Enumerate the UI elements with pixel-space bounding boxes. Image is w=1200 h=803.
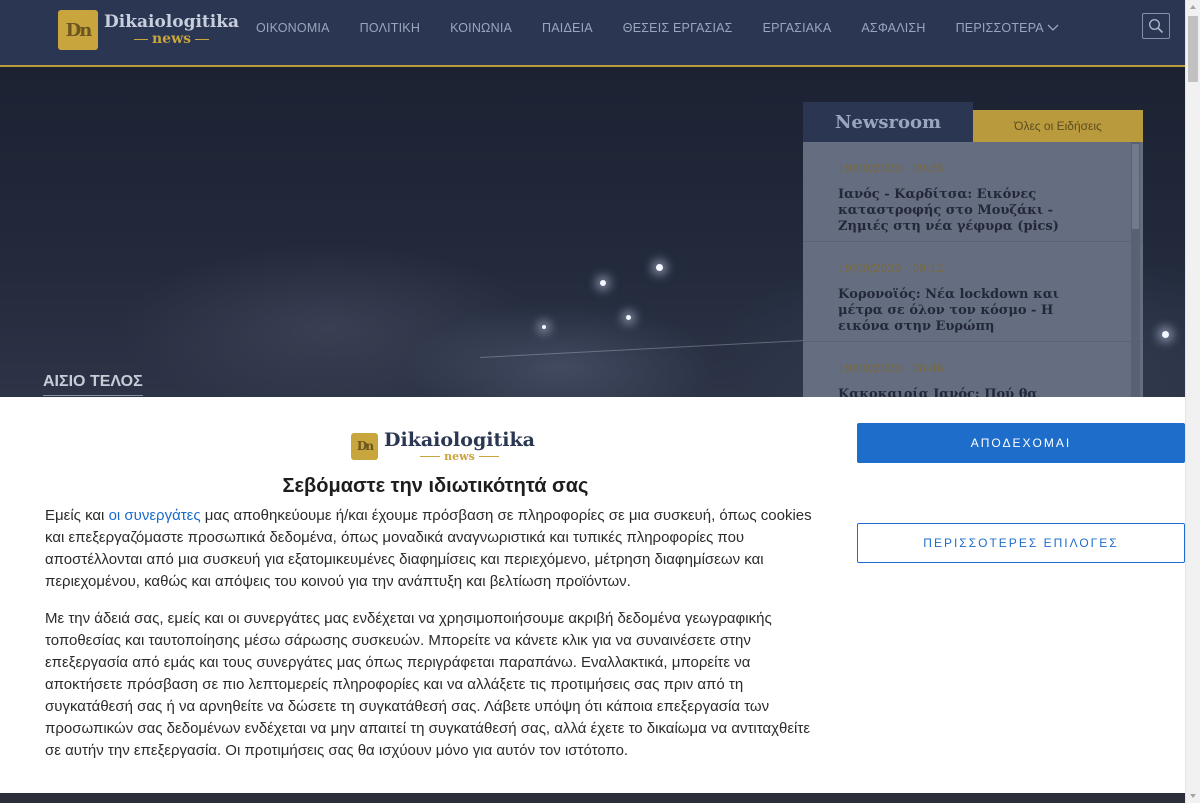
consent-p1-before: Εμείς και (45, 507, 109, 524)
page-scrollbar[interactable] (1185, 0, 1200, 803)
partners-link[interactable]: οι συνεργάτες (109, 507, 201, 524)
nav-more-label: ΠΕΡΙΣΣΟΤΕΡΑ (955, 20, 1044, 35)
nav-item-economy[interactable]: ΟΙΚΟΝΟΜΙΑ (256, 21, 330, 35)
newsroom-scrollbar[interactable] (1131, 142, 1140, 397)
search-button[interactable] (1142, 13, 1170, 39)
nav-item-politics[interactable]: ΠΟΛΙΤΙΚΗ (360, 21, 420, 35)
logo-main-text: Dikaiologitika (104, 12, 240, 32)
hero-light (600, 280, 606, 286)
tab-newsroom[interactable]: Newsroom (803, 102, 973, 142)
logo-sub-text: news (384, 451, 535, 462)
hero-light (1162, 331, 1169, 338)
accept-button[interactable]: ΑΠΟΔΕΧΟΜΑΙ (857, 423, 1185, 463)
tab-all-news[interactable]: Όλες οι Ειδήσεις (973, 110, 1143, 142)
nav-item-society[interactable]: ΚΟΙΝΩΝΙΑ (450, 21, 512, 35)
news-title[interactable]: Κορονοϊός: Νέα lockdown και μέτρα σε όλο… (838, 287, 1093, 335)
newsroom-scroll-thumb[interactable] (1132, 144, 1139, 229)
nav-item-education[interactable]: ΠΑΙΔΕΙΑ (542, 21, 593, 35)
list-item[interactable]: 19/09/2020 - 09:35 Ιανός - Καρδίτσα: Εικ… (803, 142, 1143, 242)
site-header: Dn Dikaiologitika news ΟΙΚΟΝΟΜΙΑ ΠΟΛΙΤΙΚ… (0, 0, 1185, 67)
logo-main-text: Dikaiologitika (384, 428, 535, 451)
hero-light (626, 315, 631, 320)
news-date: 19/09/2020 - 08:46 (838, 362, 944, 375)
chevron-down-icon (1047, 24, 1059, 31)
list-item[interactable]: 19/09/2020 - 08:46 Κακοκαιρία Ιανός: Πού… (803, 342, 1143, 397)
more-options-button[interactable]: ΠΕΡΙΣΣΟΤΕΡΕΣ ΕΠΙΛΟΓΕΣ (857, 523, 1185, 563)
news-date: 19/09/2020 - 09:35 (838, 162, 944, 175)
page-content-peek (0, 793, 1185, 803)
page-scroll-thumb[interactable] (1188, 16, 1198, 82)
consent-body: Εμείς και οι συνεργάτες μας αποθηκεύουμε… (45, 505, 820, 777)
news-date: 19/09/2020 - 09:12 (838, 262, 944, 275)
logo-sub-text: news (104, 32, 239, 46)
consent-paragraph-2: Με την άδειά σας, εμείς και οι συνεργάτε… (45, 610, 810, 759)
newsroom-widget: Newsroom Όλες οι Ειδήσεις 19/09/2020 - 0… (803, 102, 1143, 397)
nav-item-more[interactable]: ΠΕΡΙΣΣΟΤΕΡΑ (956, 21, 1059, 35)
logo-mark-icon: Dn (351, 432, 378, 460)
scroll-down-icon[interactable] (1190, 794, 1196, 798)
consent-paragraph-1: Εμείς και οι συνεργάτες μας αποθηκεύουμε… (45, 505, 820, 593)
news-title[interactable]: Κακοκαιρία Ιανός: Πού θα χτυπήσει ο (838, 387, 1093, 397)
hero-category[interactable]: ΑΙΣΙΟ ΤΕΛΟΣ (43, 373, 143, 396)
nav-item-jobs[interactable]: ΘΕΣΕΙΣ ΕΡΓΑΣΙΑΣ (623, 21, 733, 35)
hero-light (656, 264, 663, 271)
list-item[interactable]: 19/09/2020 - 09:12 Κορονοϊός: Νέα lockdo… (803, 242, 1143, 342)
consent-logo: Dn Dikaiologitika news (351, 428, 535, 462)
news-title[interactable]: Ιανός - Καρδίτσα: Εικόνες καταστροφής στ… (838, 187, 1093, 235)
consent-dialog: Dn Dikaiologitika news Σεβόμαστε την ιδι… (0, 397, 1185, 803)
scroll-up-icon[interactable] (1190, 5, 1196, 9)
logo-mark-icon: Dn (58, 10, 98, 50)
newsroom-tabs: Newsroom Όλες οι Ειδήσεις (803, 102, 1143, 142)
nav-item-insurance[interactable]: ΑΣΦΑΛΙΣΗ (861, 21, 925, 35)
site-logo[interactable]: Dn Dikaiologitika news (58, 10, 239, 50)
nav-item-labor[interactable]: ΕΡΓΑΣΙΑΚΑ (763, 21, 832, 35)
logo-text: Dikaiologitika news (104, 12, 240, 47)
newsroom-list: 19/09/2020 - 09:35 Ιανός - Καρδίτσα: Εικ… (803, 142, 1143, 397)
consent-title: Σεβόμαστε την ιδιωτικότητά σας (282, 475, 589, 497)
logo-text: Dikaiologitika news (384, 428, 535, 462)
search-icon (1148, 18, 1164, 34)
hero-light (542, 325, 546, 329)
main-nav: ΟΙΚΟΝΟΜΙΑ ΠΟΛΙΤΙΚΗ ΚΟΙΝΩΝΙΑ ΠΑΙΔΕΙΑ ΘΕΣΕ… (256, 0, 1089, 55)
